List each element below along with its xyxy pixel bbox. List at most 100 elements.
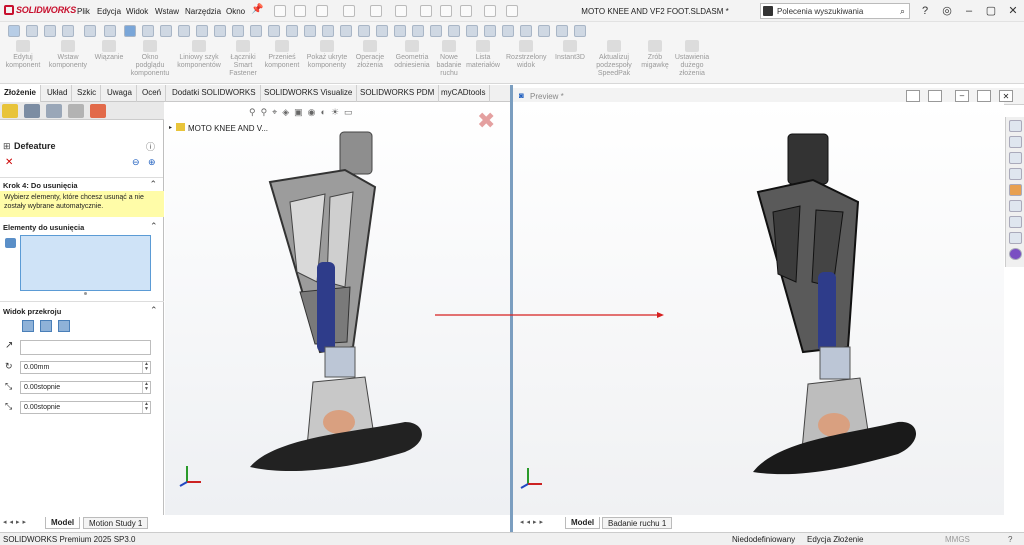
preview-maximize-button[interactable]: [977, 90, 991, 102]
show-hidden-button[interactable]: Pokaż ukryte komponenty: [304, 40, 350, 70]
top-plane-icon[interactable]: [40, 320, 52, 332]
dimxpert-tab-icon[interactable]: [68, 104, 84, 118]
exploded-view-button[interactable]: Rozstrzelony widok: [506, 40, 546, 70]
menu-plik[interactable]: Plik: [77, 7, 90, 16]
scroll-arrows-icon[interactable]: ◂◂▸▸: [520, 518, 546, 526]
tool-icon[interactable]: [466, 25, 478, 37]
minimize-button[interactable]: –: [961, 3, 977, 19]
tab-visualize[interactable]: SOLIDWORKS Visualize: [260, 85, 358, 102]
tool-icon[interactable]: [104, 25, 116, 37]
preview-window-button[interactable]: Okno podglądu komponentu: [128, 40, 172, 78]
tool-icon[interactable]: [412, 25, 424, 37]
reference-geometry-button[interactable]: Geometria odniesienia: [390, 40, 434, 70]
tool-icon[interactable]: [214, 25, 226, 37]
resources-icon[interactable]: [1009, 136, 1022, 148]
help-icon[interactable]: ?: [917, 3, 933, 19]
tab-pdm[interactable]: SOLIDWORKS PDM: [356, 85, 440, 102]
tab-dodatki[interactable]: Dodatki SOLIDWORKS: [168, 85, 261, 102]
save-icon[interactable]: [343, 5, 355, 17]
collapse-icon[interactable]: ⌃: [149, 179, 157, 190]
tab-mycadtools[interactable]: myCADtools: [437, 85, 491, 102]
next-icon[interactable]: ⊕: [148, 157, 156, 168]
mate-button[interactable]: Wiązanie: [92, 40, 126, 62]
solidworks-3d-icon[interactable]: [1009, 232, 1022, 244]
tool-icon[interactable]: [394, 25, 406, 37]
offset-distance-field[interactable]: 0.00mm ▲ ▼: [20, 361, 151, 374]
tool-icon[interactable]: [268, 25, 280, 37]
spin-icon[interactable]: ▲ ▼: [142, 362, 150, 373]
preview-close-button[interactable]: ✕: [999, 90, 1013, 102]
tool-icon[interactable]: [124, 25, 136, 37]
home-icon[interactable]: [1009, 120, 1022, 132]
move-component-button[interactable]: Przenieś komponent: [262, 40, 302, 70]
tool-icon[interactable]: [538, 25, 550, 37]
view-palette-icon[interactable]: [1009, 168, 1022, 180]
search-commands-field[interactable]: Polecenia wyszukiwania ⌕: [760, 3, 910, 19]
print-icon[interactable]: [370, 5, 382, 17]
angle-y-field[interactable]: 0.00stopnie ▲ ▼: [20, 401, 151, 414]
mycadtools-icon[interactable]: [1009, 248, 1022, 260]
property-manager-tab-icon[interactable]: [24, 104, 40, 118]
menu-narzedzia[interactable]: Narzędzia: [185, 7, 221, 16]
graphics-area-left[interactable]: ▸ MOTO KNEE AND V... ✖ ⚲⚲⌖◈▣◉◐☀▭: [165, 102, 511, 515]
leg-model[interactable]: [235, 122, 445, 487]
new-document-icon[interactable]: [294, 5, 306, 17]
items-heading[interactable]: Elementy do usunięcia: [3, 223, 84, 232]
options-gear-icon[interactable]: [506, 5, 518, 17]
tool-icon[interactable]: [556, 25, 568, 37]
reference-plane-field[interactable]: [20, 340, 151, 355]
tool-icon[interactable]: [358, 25, 370, 37]
tab-model-right[interactable]: Model: [565, 517, 601, 529]
spin-icon[interactable]: ▲ ▼: [142, 382, 150, 393]
tool-icon[interactable]: [286, 25, 298, 37]
linear-pattern-button[interactable]: Liniowy szyk komponentów: [174, 40, 224, 70]
next-view-icon[interactable]: [928, 90, 942, 102]
step-heading[interactable]: Krok 4: Do usunięcia: [3, 181, 78, 190]
menu-widok[interactable]: Widok: [126, 7, 148, 16]
tab-model-left[interactable]: Model: [45, 517, 81, 529]
file-properties-icon[interactable]: [484, 5, 496, 17]
tool-icon[interactable]: [196, 25, 208, 37]
new-motion-study-button[interactable]: Nowe badanie ruchu: [434, 40, 464, 78]
tool-icon[interactable]: [44, 25, 56, 37]
tab-uklad[interactable]: Układ: [43, 85, 73, 102]
scroll-arrows-icon[interactable]: ◂◂▸▸: [3, 518, 29, 526]
tool-icon[interactable]: [232, 25, 244, 37]
menu-edycja[interactable]: Edycja: [97, 7, 121, 16]
help-icon[interactable]: ?: [1008, 535, 1012, 544]
tool-icon[interactable]: [502, 25, 514, 37]
tool-icon[interactable]: [160, 25, 172, 37]
expand-tree-icon[interactable]: ▸: [169, 124, 172, 131]
tool-icon[interactable]: [340, 25, 352, 37]
tab-szkic[interactable]: Szkic: [73, 85, 102, 102]
tool-icon[interactable]: [574, 25, 586, 37]
tool-icon[interactable]: [322, 25, 334, 37]
menu-okno[interactable]: Okno: [226, 7, 245, 16]
preview-minimize-button[interactable]: –: [955, 90, 969, 102]
angle-x-field[interactable]: 0.00stopnie ▲ ▼: [20, 381, 151, 394]
tool-icon[interactable]: [430, 25, 442, 37]
tool-icon[interactable]: [376, 25, 388, 37]
previous-view-icon[interactable]: [906, 90, 920, 102]
search-icon[interactable]: ⌕: [900, 6, 905, 17]
folder-icon[interactable]: [1009, 152, 1022, 164]
tool-icon[interactable]: [448, 25, 460, 37]
graphics-area-preview[interactable]: [513, 102, 1004, 515]
view-toolbar[interactable]: ⚲⚲⌖◈▣◉◐☀▭: [249, 107, 358, 118]
tool-icon[interactable]: [84, 25, 96, 37]
tool-icon[interactable]: [142, 25, 154, 37]
cancel-icon[interactable]: ✕: [5, 157, 13, 168]
pin-icon[interactable]: 📌: [251, 4, 263, 15]
tab-motion-study-right[interactable]: Badanie ruchu 1: [602, 517, 673, 529]
tool-icon[interactable]: [484, 25, 496, 37]
custom-properties-icon[interactable]: [1009, 200, 1022, 212]
status-units[interactable]: MMGS: [945, 535, 970, 544]
undo-icon[interactable]: [395, 5, 407, 17]
forum-icon[interactable]: [1009, 216, 1022, 228]
tab-ocen[interactable]: Oceń: [138, 85, 167, 102]
bill-of-materials-button[interactable]: Lista materiałów: [464, 40, 502, 70]
configuration-manager-tab-icon[interactable]: [46, 104, 62, 118]
tool-icon[interactable]: [520, 25, 532, 37]
tab-motion-study-left[interactable]: Motion Study 1: [83, 517, 149, 529]
leg-model-preview[interactable]: [748, 122, 958, 487]
